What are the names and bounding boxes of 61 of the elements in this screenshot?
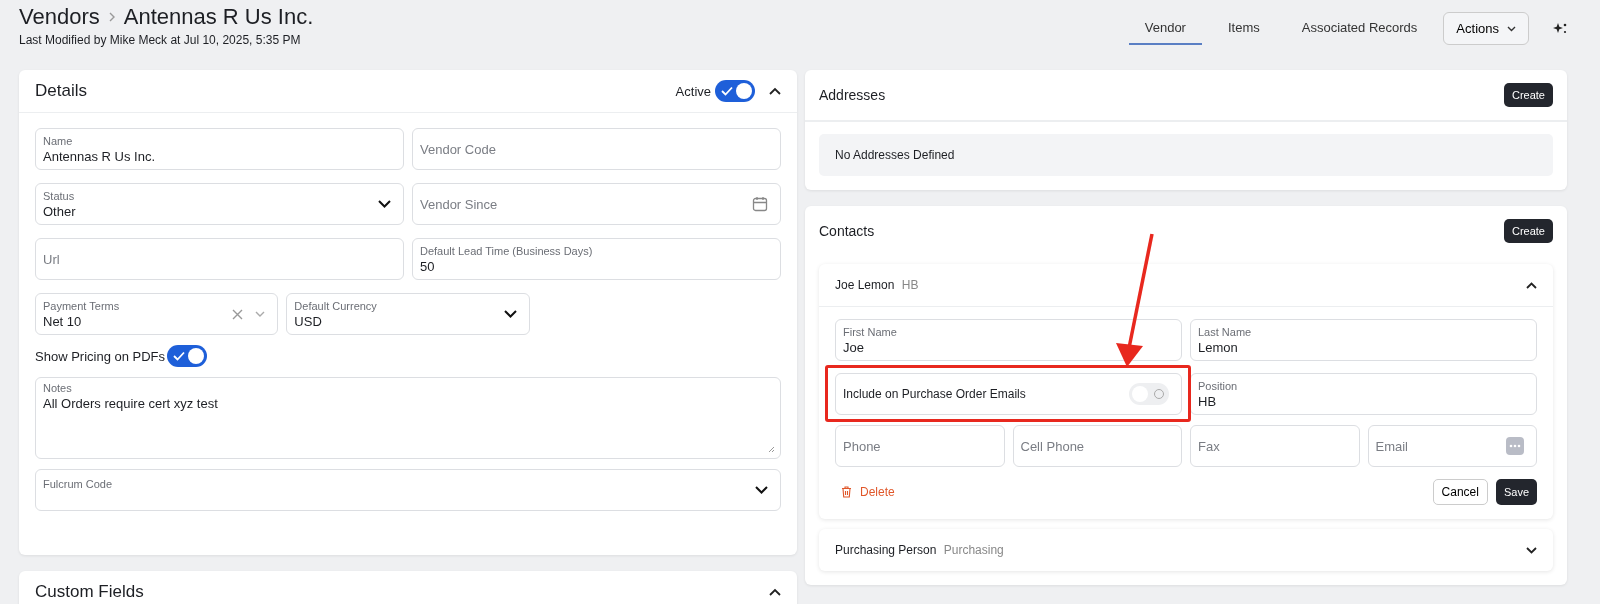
contact-name[interactable]: Joe Lemon bbox=[835, 278, 895, 292]
chevron-icon[interactable] bbox=[769, 588, 781, 596]
contact-name[interactable]: Purchasing Person bbox=[835, 543, 937, 557]
chevron-icon[interactable] bbox=[769, 87, 781, 95]
calendar-icon bbox=[752, 196, 768, 212]
clear-icon[interactable] bbox=[232, 308, 244, 320]
save-button[interactable]: Save bbox=[1495, 479, 1537, 505]
create-button[interactable]: Create bbox=[1503, 219, 1553, 243]
chevron-down-icon bbox=[503, 310, 517, 318]
card-title: Details bbox=[35, 81, 87, 101]
tab[interactable]: Associated Records bbox=[1285, 12, 1434, 45]
cancel-button[interactable]: Cancel bbox=[1432, 479, 1488, 505]
form-field[interactable]: Status Other bbox=[35, 183, 404, 225]
pricing-toggle[interactable] bbox=[167, 345, 208, 367]
form-field[interactable]: Vendor Code bbox=[412, 128, 781, 170]
last-name-field[interactable]: Last Name Lemon bbox=[1190, 319, 1537, 361]
contact-role: HB bbox=[901, 278, 919, 292]
actions-button[interactable]: Actions bbox=[1443, 12, 1529, 45]
delete-button[interactable]: Delete bbox=[835, 485, 901, 499]
card-title: Addresses bbox=[819, 87, 886, 103]
form-field[interactable]: Url bbox=[35, 238, 404, 280]
first-name-field[interactable]: First Name Joe bbox=[835, 319, 1182, 361]
input-field[interactable]: Phone bbox=[835, 425, 1005, 467]
tab[interactable]: Vendor bbox=[1128, 12, 1202, 45]
chevron-down-icon bbox=[378, 200, 391, 208]
form-field[interactable]: Default Lead Time (Business Days) 50 bbox=[412, 238, 781, 280]
card-title: Custom Fields bbox=[35, 582, 144, 602]
po-emails-toggle[interactable] bbox=[1129, 383, 1169, 405]
fulcrum-code-field[interactable]: Fulcrum Code bbox=[35, 469, 781, 511]
input-field[interactable]: Fax bbox=[1190, 425, 1360, 467]
form-field[interactable]: Vendor Since bbox=[412, 183, 781, 225]
card-title: Contacts bbox=[819, 223, 875, 239]
tab[interactable]: Items bbox=[1211, 12, 1276, 45]
notes-field[interactable]: Notes All Orders require cert xyz test bbox=[35, 377, 781, 459]
resize-handle-icon[interactable] bbox=[768, 446, 775, 453]
position-field[interactable]: Position HB bbox=[1190, 373, 1537, 415]
empty-message: No Addresses Defined bbox=[819, 134, 1553, 176]
po-emails-label: Include on Purchase Order Emails bbox=[843, 387, 1026, 401]
breadcrumb-link[interactable]: Vendors bbox=[19, 4, 100, 30]
caret-icon bbox=[1507, 25, 1516, 32]
trash-icon bbox=[841, 486, 852, 498]
sparkle-icon[interactable] bbox=[1553, 21, 1567, 36]
chevron-right-icon bbox=[107, 12, 116, 22]
active-label: Active bbox=[675, 83, 711, 99]
last-modified-text: Last Modified by Mike Meck at Jul 10, 2025, 5:35 PM bbox=[19, 33, 302, 47]
input-field[interactable]: Cell Phone bbox=[1012, 425, 1182, 467]
chevron-down-icon bbox=[755, 486, 768, 494]
check-icon bbox=[173, 351, 186, 361]
contact-role: Purchasing bbox=[943, 543, 1004, 557]
check-icon bbox=[721, 86, 733, 96]
pricing-label: Show Pricing on PDFs bbox=[35, 348, 166, 364]
create-button[interactable]: Create bbox=[1503, 83, 1553, 107]
input-field[interactable]: Email bbox=[1367, 425, 1537, 467]
form-field[interactable]: Name Antennas R Us Inc. bbox=[35, 128, 404, 170]
active-toggle[interactable] bbox=[715, 80, 755, 102]
form-field[interactable]: Payment Terms Net 10 bbox=[35, 293, 279, 335]
page-title: Antennas R Us Inc. bbox=[123, 4, 314, 30]
chevron-icon[interactable] bbox=[1526, 281, 1537, 289]
form-field[interactable]: Default Currency USD bbox=[286, 293, 530, 335]
chevron-icon[interactable] bbox=[1526, 546, 1537, 554]
chevron-down-icon bbox=[255, 311, 266, 317]
